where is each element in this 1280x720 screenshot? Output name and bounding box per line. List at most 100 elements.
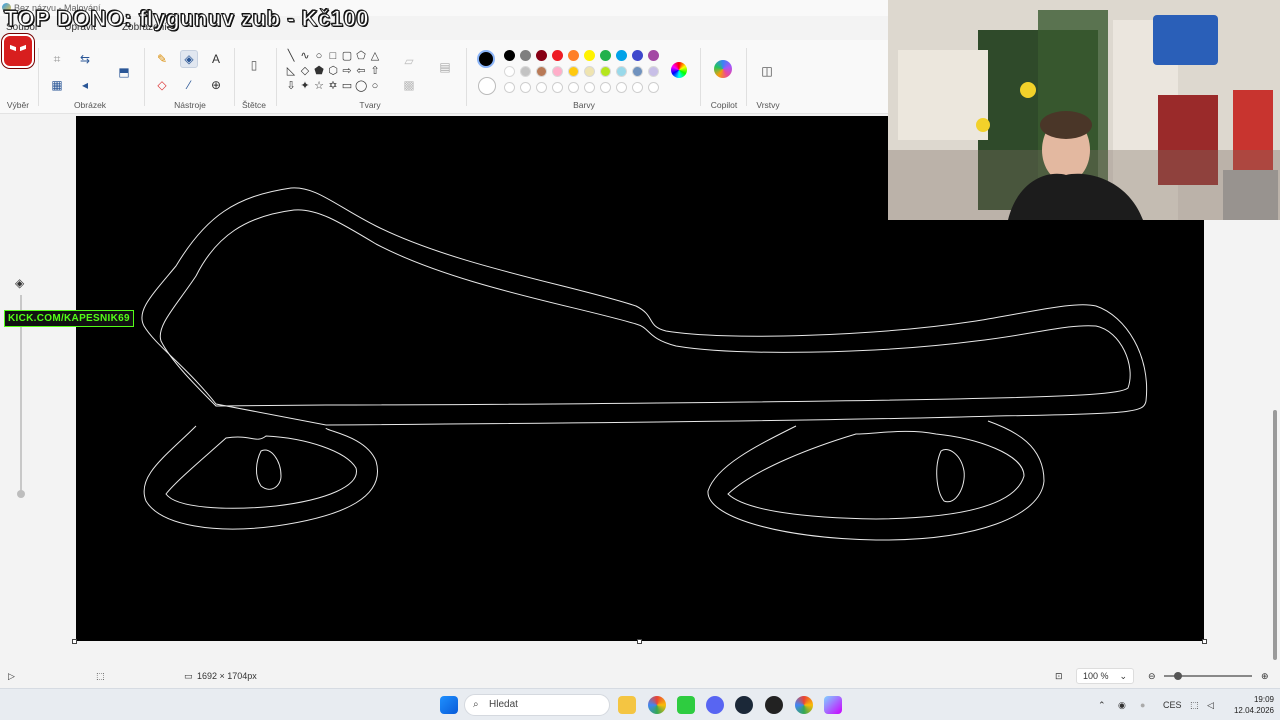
start-windows-icon[interactable] [440,696,458,714]
volume-icon[interactable]: ◁ [1207,700,1214,711]
text-icon[interactable]: A [207,50,225,68]
pentagon-shape-icon[interactable]: ⬟ [313,65,325,77]
brush-icon[interactable]: ▯ [245,56,263,74]
streamer-logo [2,34,34,68]
file-explorer-icon[interactable] [618,696,636,714]
paint-taskbar-icon[interactable] [824,696,842,714]
color-swatch[interactable] [616,66,627,77]
fit-to-window-icon[interactable]: ⊡ [1055,671,1063,682]
taskbar-clock[interactable]: 19:09 12.04.2026 [1222,694,1274,716]
diamond-shape-icon[interactable]: ◇ [299,65,311,77]
color-swatch[interactable] [504,50,515,61]
discord-icon[interactable] [706,696,724,714]
resize-handle-br[interactable] [1202,639,1207,644]
color-swatch[interactable] [504,66,515,77]
right-triangle-shape-icon[interactable]: ◺ [285,65,297,77]
callout-rect-shape-icon[interactable]: ▭ [341,80,353,92]
eraser-icon[interactable]: ◇ [153,76,171,94]
network-icon[interactable]: ⬚ [1190,700,1199,711]
language-indicator[interactable]: CES [1163,700,1182,710]
custom-color-slot[interactable] [536,82,547,93]
obs-icon[interactable] [765,696,783,714]
rounded-rect-shape-icon[interactable]: ▢ [341,50,353,62]
magnifier-icon[interactable]: ⊕ [207,76,225,94]
color-swatch[interactable] [600,66,611,77]
zoom-slider-knob[interactable] [1174,672,1182,680]
custom-color-slot[interactable] [520,82,531,93]
crop-icon[interactable]: ⌗ [48,50,66,68]
outline-icon[interactable]: ▱ [400,52,418,70]
chrome-profile-icon[interactable] [795,696,813,714]
zoom-out-icon[interactable]: ⊖ [1148,671,1156,682]
rectangle-shape-icon[interactable]: □ [327,50,339,62]
zoom-in-icon[interactable]: ⊕ [1261,671,1269,682]
color-swatch[interactable] [568,66,579,77]
chrome-icon[interactable] [648,696,666,714]
taskbar-search[interactable]: ⌕ Hledat [464,694,610,716]
color-picker-icon[interactable]: ⁄ [180,76,198,94]
color-swatch[interactable] [520,50,531,61]
layers-icon[interactable]: ◫ [758,62,776,80]
zoom-select[interactable]: 100 % ⌄ [1076,668,1134,684]
custom-color-slot[interactable] [584,82,595,93]
resize-handle-bl[interactable] [72,639,77,644]
custom-color-slot[interactable] [616,82,627,93]
stroke-size-icon[interactable]: ▤ [436,58,454,76]
custom-color-slot[interactable] [504,82,515,93]
copilot-icon[interactable] [714,60,732,78]
color-swatch[interactable] [552,66,563,77]
arrow-down-shape-icon[interactable]: ⇩ [285,80,297,92]
green-app-icon[interactable] [677,696,695,714]
flip-icon[interactable]: ◂ [76,76,94,94]
pencil-icon[interactable]: ✎ [153,50,171,68]
custom-color-slot[interactable] [552,82,563,93]
fill-bucket-icon[interactable]: ◈ [180,50,198,68]
curve-shape-icon[interactable]: ∿ [299,50,311,62]
fill-shape-icon[interactable]: ▩ [400,76,418,94]
secondary-color-swatch[interactable] [478,77,496,95]
steam-icon[interactable] [735,696,753,714]
tool-size-slider-knob[interactable] [17,490,25,498]
color-swatch[interactable] [616,50,627,61]
image-select-icon[interactable]: ⬒ [115,63,133,81]
color-swatch[interactable] [648,66,659,77]
custom-color-slot[interactable] [648,82,659,93]
triangle-shape-icon[interactable]: △ [369,50,381,62]
polygon-shape-icon[interactable]: ⬠ [355,50,367,62]
callout-oval-shape-icon[interactable]: ◯ [355,80,367,92]
rotate-icon[interactable]: ▦ [48,76,66,94]
oval-shape-icon[interactable]: ○ [313,50,325,62]
color-swatch[interactable] [632,50,643,61]
resize-icon[interactable]: ⇆ [76,50,94,68]
arrow-right-shape-icon[interactable]: ⇨ [341,65,353,77]
color-swatch[interactable] [520,66,531,77]
color-swatch[interactable] [584,66,595,77]
color-swatch[interactable] [568,50,579,61]
hexagon-shape-icon[interactable]: ⬡ [327,65,339,77]
star4-shape-icon[interactable]: ✦ [299,80,311,92]
tray-mic-icon[interactable]: ● [1140,700,1145,710]
arrow-up-shape-icon[interactable]: ⇧ [369,65,381,77]
color-swatch[interactable] [632,66,643,77]
star6-shape-icon[interactable]: ✡ [327,80,339,92]
color-swatch[interactable] [600,50,611,61]
custom-color-slot[interactable] [568,82,579,93]
arrow-left-shape-icon[interactable]: ⇦ [355,65,367,77]
color-swatch[interactable] [536,66,547,77]
divider [144,48,145,106]
color-swatch[interactable] [552,50,563,61]
tray-overflow-chevron-icon[interactable]: ⌃ [1098,700,1106,711]
color-swatch[interactable] [584,50,595,61]
color-swatch[interactable] [648,50,659,61]
edit-colors-icon[interactable] [671,62,687,78]
primary-color-swatch[interactable] [477,50,495,68]
star5-shape-icon[interactable]: ☆ [313,80,325,92]
callout-cloud-shape-icon[interactable]: ○ [369,80,381,92]
color-swatch[interactable] [536,50,547,61]
line-shape-icon[interactable]: ╲ [285,50,297,62]
tray-app-icon[interactable]: ◉ [1118,700,1126,711]
custom-color-slot[interactable] [600,82,611,93]
custom-color-slot[interactable] [632,82,643,93]
resize-handle-bottom[interactable] [637,639,642,644]
vertical-scrollbar[interactable] [1273,410,1277,660]
